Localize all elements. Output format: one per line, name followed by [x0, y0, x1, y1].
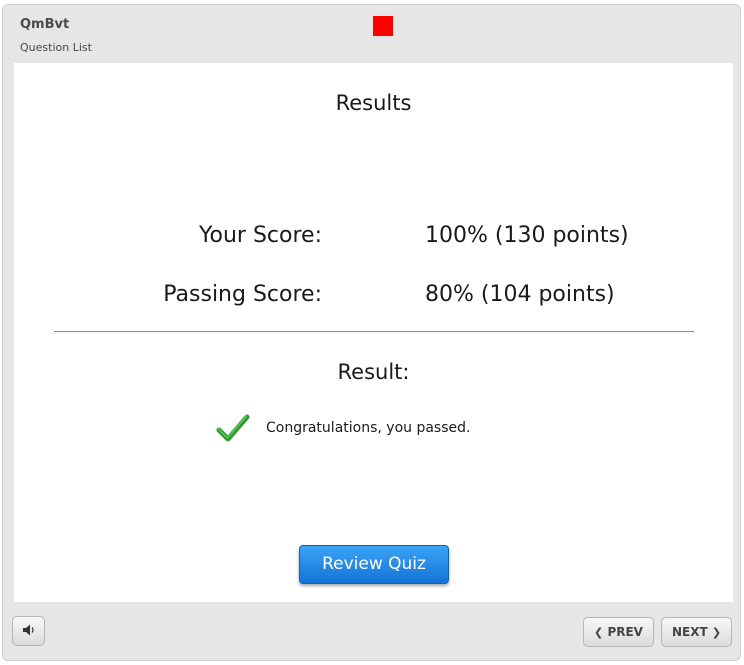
chevron-left-icon: ❮ — [594, 626, 604, 639]
prev-button[interactable]: ❮ PREV — [583, 617, 654, 647]
speaker-icon — [22, 624, 34, 636]
quiz-player-frame: QmBvt Question List Results Your Score: … — [2, 4, 741, 661]
next-label: NEXT — [671, 625, 708, 639]
result-message: Congratulations, you passed. — [266, 420, 471, 436]
your-score-label: Your Score: — [199, 223, 322, 248]
quiz-title: QmBvt — [20, 17, 70, 32]
results-panel: Results Your Score: 100% (130 points) Pa… — [14, 63, 733, 602]
review-quiz-button[interactable]: Review Quiz — [299, 545, 449, 584]
checkmark-icon — [216, 414, 250, 442]
prev-label: PREV — [607, 625, 643, 639]
chevron-right-icon: ❯ — [711, 626, 722, 639]
result-label: Result: — [337, 360, 410, 384]
question-list-link[interactable]: Question List — [20, 41, 92, 54]
status-indicator — [373, 16, 393, 36]
passing-score-value: 80% (104 points) — [425, 282, 615, 307]
passing-score-label: Passing Score: — [163, 282, 322, 307]
audio-button[interactable] — [12, 616, 45, 646]
page-title: Results — [335, 91, 412, 115]
next-button[interactable]: NEXT ❯ — [661, 617, 732, 647]
divider — [54, 331, 694, 332]
your-score-value: 100% (130 points) — [425, 223, 629, 248]
